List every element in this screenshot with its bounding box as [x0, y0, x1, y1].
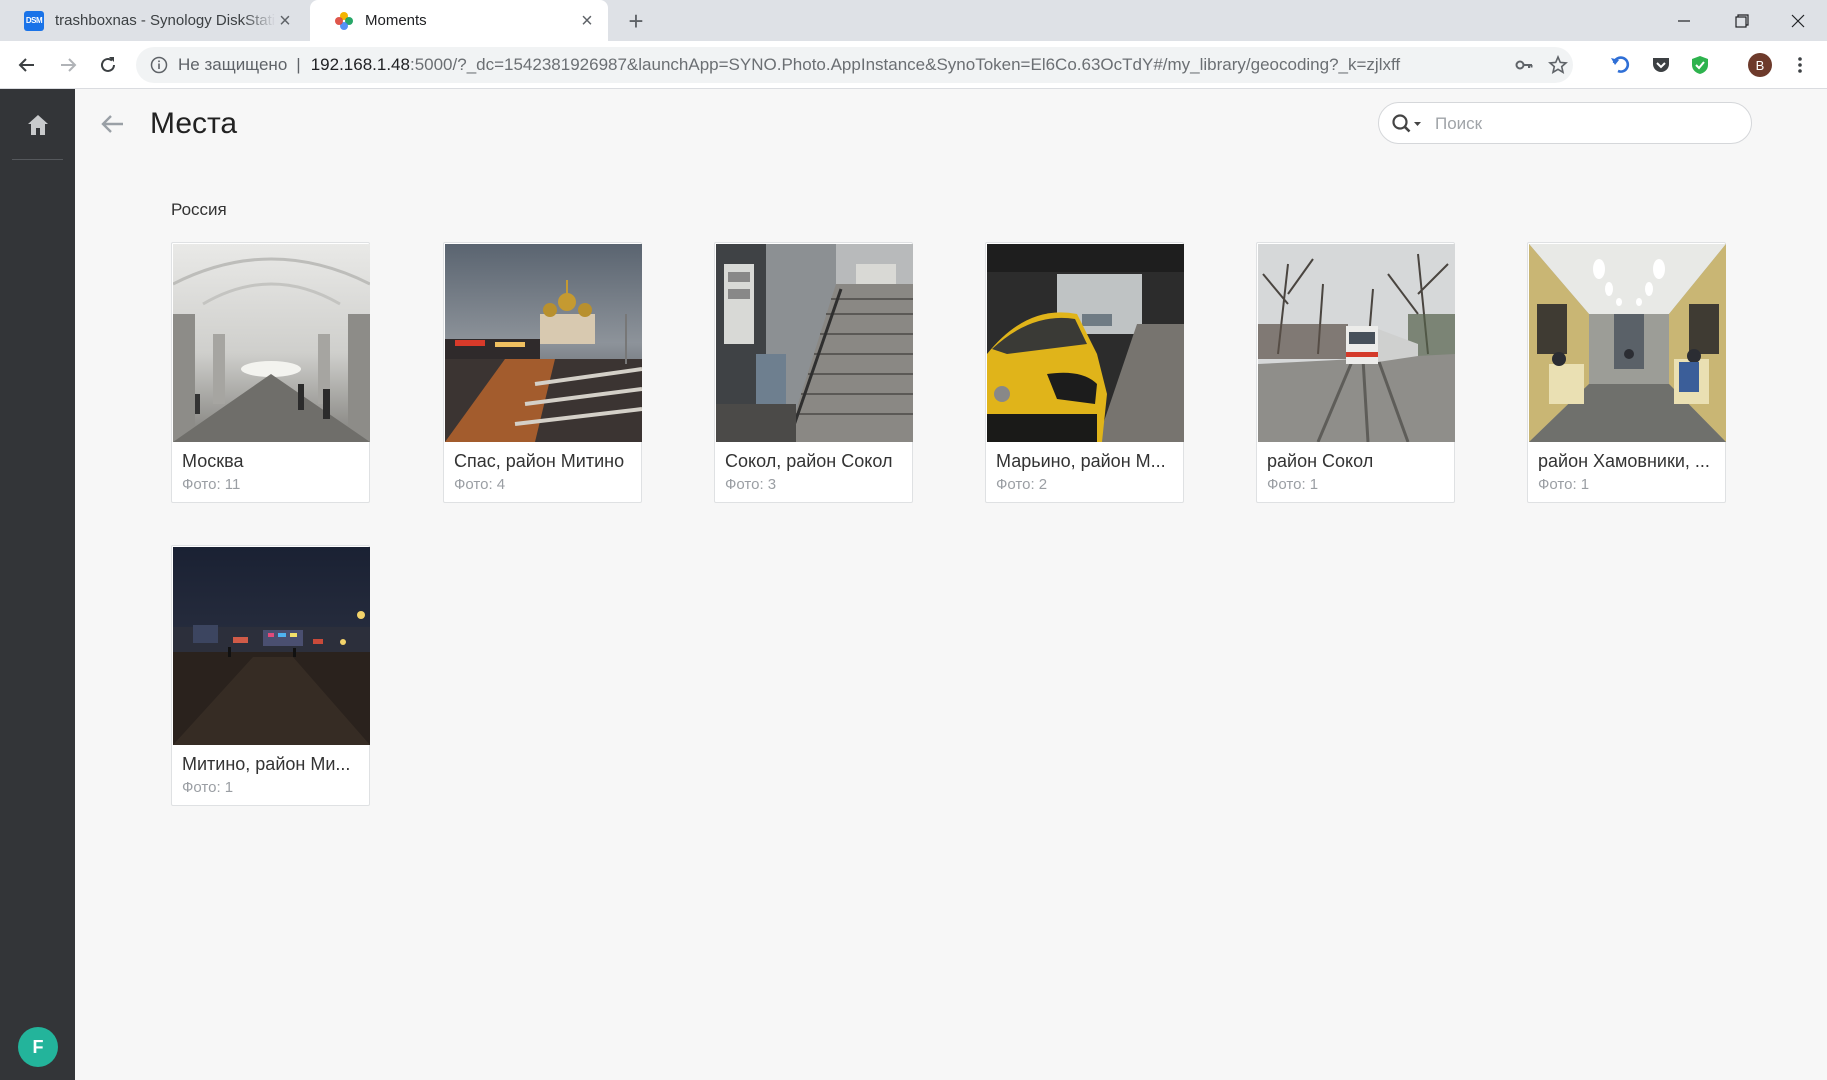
tab-moments[interactable]: Moments ×: [310, 0, 608, 41]
key-icon[interactable]: [1514, 55, 1534, 75]
place-name: Митино, район Ми...: [182, 754, 351, 774]
place-card[interactable]: район Сокол Фото: 1: [1256, 242, 1455, 503]
place-name: Сокол, район Сокол: [725, 451, 893, 471]
place-card[interactable]: Марьино, район М... Фото: 2: [985, 242, 1184, 503]
photo-count: Фото: 1: [182, 779, 234, 796]
close-window-button[interactable]: [1769, 0, 1827, 41]
place-thumbnail[interactable]: [445, 244, 642, 442]
sidebar-divider: [12, 159, 63, 160]
place-name: район Хамовники, ...: [1538, 451, 1710, 471]
app-sidebar: F: [0, 89, 75, 1080]
place-name: Спас, район Митино: [454, 451, 625, 471]
star-icon[interactable]: [1548, 55, 1568, 75]
user-avatar[interactable]: F: [18, 1027, 58, 1067]
main-content: Места Россия: [75, 89, 1827, 1080]
tab-title: trashboxnas - Synology DiskStation: [55, 12, 276, 29]
search-input[interactable]: [1435, 111, 1735, 137]
place-card[interactable]: Митино, район Ми... Фото: 1: [171, 545, 370, 806]
new-tab-button[interactable]: +: [623, 8, 649, 34]
minimize-button[interactable]: [1655, 0, 1713, 41]
browser-toolbar: Не защищено | 192.168.1.48:5000/?_dc=154…: [0, 41, 1827, 89]
search-icon[interactable]: [1391, 113, 1425, 135]
back-button[interactable]: [13, 51, 41, 79]
address-separator: |: [296, 55, 301, 74]
menu-icon[interactable]: [1786, 51, 1814, 79]
security-label: Не защищено: [178, 55, 288, 74]
photo-count: Фото: 4: [454, 476, 506, 493]
pocket-icon[interactable]: [1647, 51, 1675, 79]
photo-count: Фото: 3: [725, 476, 777, 493]
place-thumbnail[interactable]: [173, 244, 370, 442]
section-title-country: Россия: [171, 200, 227, 219]
undo-extension-icon[interactable]: [1606, 51, 1634, 79]
tab-diskstation[interactable]: DSM trashboxnas - Synology DiskStation ×: [0, 0, 306, 41]
close-icon[interactable]: ×: [578, 11, 596, 31]
back-arrow-icon[interactable]: [97, 109, 127, 139]
place-card[interactable]: Сокол, район Сокол Фото: 3: [714, 242, 913, 503]
shield-icon[interactable]: [1686, 51, 1714, 79]
place-name: Марьино, район М...: [996, 451, 1166, 471]
place-thumbnail[interactable]: [173, 547, 370, 745]
tab-title: Moments: [365, 12, 427, 29]
search-box[interactable]: [1378, 102, 1752, 144]
browser-tabstrip: DSM trashboxnas - Synology DiskStation ×…: [0, 0, 1827, 41]
url-host: 192.168.1.48: [310, 55, 410, 74]
place-thumbnail[interactable]: [716, 244, 913, 442]
place-card[interactable]: район Хамовники, ... Фото: 1: [1527, 242, 1726, 503]
place-name: район Сокол: [1267, 451, 1374, 471]
close-icon[interactable]: ×: [276, 11, 294, 31]
page-title: Места: [150, 107, 238, 140]
photo-count: Фото: 1: [1267, 476, 1319, 493]
restore-button[interactable]: [1713, 0, 1771, 41]
url-path: :5000/?_dc=1542381926987&launchApp=SYNO.…: [409, 55, 1401, 74]
profile-avatar[interactable]: B: [1748, 53, 1772, 77]
photo-count: Фото: 1: [1538, 476, 1590, 493]
place-name: Москва: [182, 451, 244, 471]
reload-button[interactable]: [94, 51, 122, 79]
place-card[interactable]: Спас, район Митино Фото: 4: [443, 242, 642, 503]
photo-count: Фото: 11: [182, 476, 241, 493]
place-thumbnail[interactable]: [1529, 244, 1726, 442]
place-card[interactable]: Москва Фото: 11: [171, 242, 370, 503]
address-bar[interactable]: Не защищено | 192.168.1.48:5000/?_dc=154…: [136, 47, 1573, 83]
moments-icon: [334, 11, 354, 31]
photo-count: Фото: 2: [996, 476, 1048, 493]
place-thumbnail[interactable]: [987, 244, 1184, 442]
dsm-icon: DSM: [24, 10, 44, 31]
info-icon[interactable]: [150, 56, 168, 74]
home-icon[interactable]: [24, 111, 52, 139]
forward-button[interactable]: [54, 51, 82, 79]
place-thumbnail[interactable]: [1258, 244, 1455, 442]
